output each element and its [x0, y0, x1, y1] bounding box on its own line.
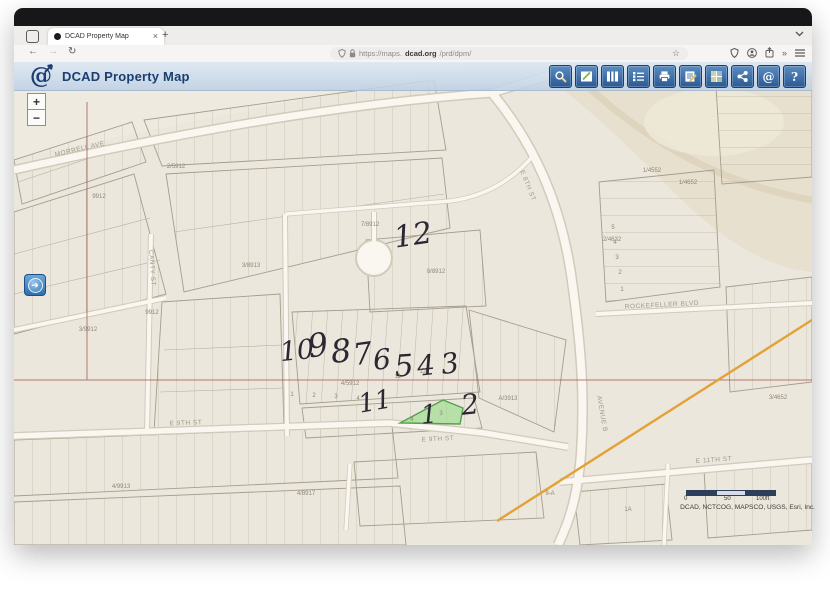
email-icon[interactable]: @: [757, 65, 780, 88]
address-bar: ← → ↻ https://maps.dcad.org/prd/dpm/ ☆: [14, 45, 812, 63]
help-icon[interactable]: ?: [783, 65, 806, 88]
zoom-in-button[interactable]: +: [27, 93, 46, 110]
zoom-out-button[interactable]: −: [27, 109, 46, 126]
profile-icon[interactable]: [747, 48, 757, 58]
print-icon[interactable]: [653, 65, 676, 88]
url-field[interactable]: https://maps.dcad.org/prd/dpm/ ☆: [330, 47, 688, 60]
form-icon[interactable]: [679, 65, 702, 88]
browser-tab[interactable]: DCAD Property Map ×: [48, 28, 164, 45]
tab-close-icon[interactable]: ×: [153, 32, 158, 41]
app-header: @ DCAD Property Map: [14, 62, 812, 91]
tab-strip: DCAD Property Map × +: [14, 26, 812, 45]
arrow-right-icon: ➜: [28, 278, 43, 293]
url-prefix: https://maps.: [359, 49, 402, 58]
screenshot-stage: DCAD Property Map × + ← → ↻ https://maps…: [0, 0, 830, 600]
page-content: @ DCAD Property Map: [14, 62, 812, 545]
back-button[interactable]: ←: [28, 46, 38, 57]
lock-icon: [349, 49, 356, 58]
bookmark-star-icon[interactable]: ☆: [672, 48, 680, 59]
reload-button[interactable]: ↻: [68, 46, 76, 57]
share-icon[interactable]: [731, 65, 754, 88]
url-host: dcad.org: [405, 49, 437, 58]
shield-icon: [338, 49, 346, 58]
forward-button[interactable]: →: [48, 46, 58, 57]
draw-icon[interactable]: [575, 65, 598, 88]
tab-favicon: [54, 33, 61, 40]
privacy-badge-icon[interactable]: [730, 48, 739, 58]
map-canvas[interactable]: [14, 62, 812, 545]
layer-list-icon[interactable]: [627, 65, 650, 88]
columns-icon[interactable]: [601, 65, 624, 88]
tab-title: DCAD Property Map: [65, 33, 149, 40]
window-titlebar[interactable]: [14, 8, 812, 26]
extensions-icon[interactable]: »: [782, 48, 787, 58]
chevron-down-icon[interactable]: [795, 31, 804, 37]
browser-window: DCAD Property Map × + ← → ↻ https://maps…: [14, 8, 812, 545]
share-icon[interactable]: [765, 47, 774, 58]
zoom-controls: + −: [27, 93, 46, 126]
url-path: /prd/dpm/: [440, 49, 472, 58]
dcad-logo: @: [28, 63, 54, 89]
expand-panel-button[interactable]: ➜: [24, 274, 46, 296]
page-title: DCAD Property Map: [62, 69, 190, 84]
menu-icon[interactable]: [795, 49, 805, 57]
quad-layers-icon[interactable]: [705, 65, 728, 88]
tab-overview-icon[interactable]: [26, 30, 39, 43]
new-tab-button[interactable]: +: [162, 29, 168, 41]
search-icon[interactable]: [549, 65, 572, 88]
map-toolbar: @ ?: [549, 65, 806, 88]
